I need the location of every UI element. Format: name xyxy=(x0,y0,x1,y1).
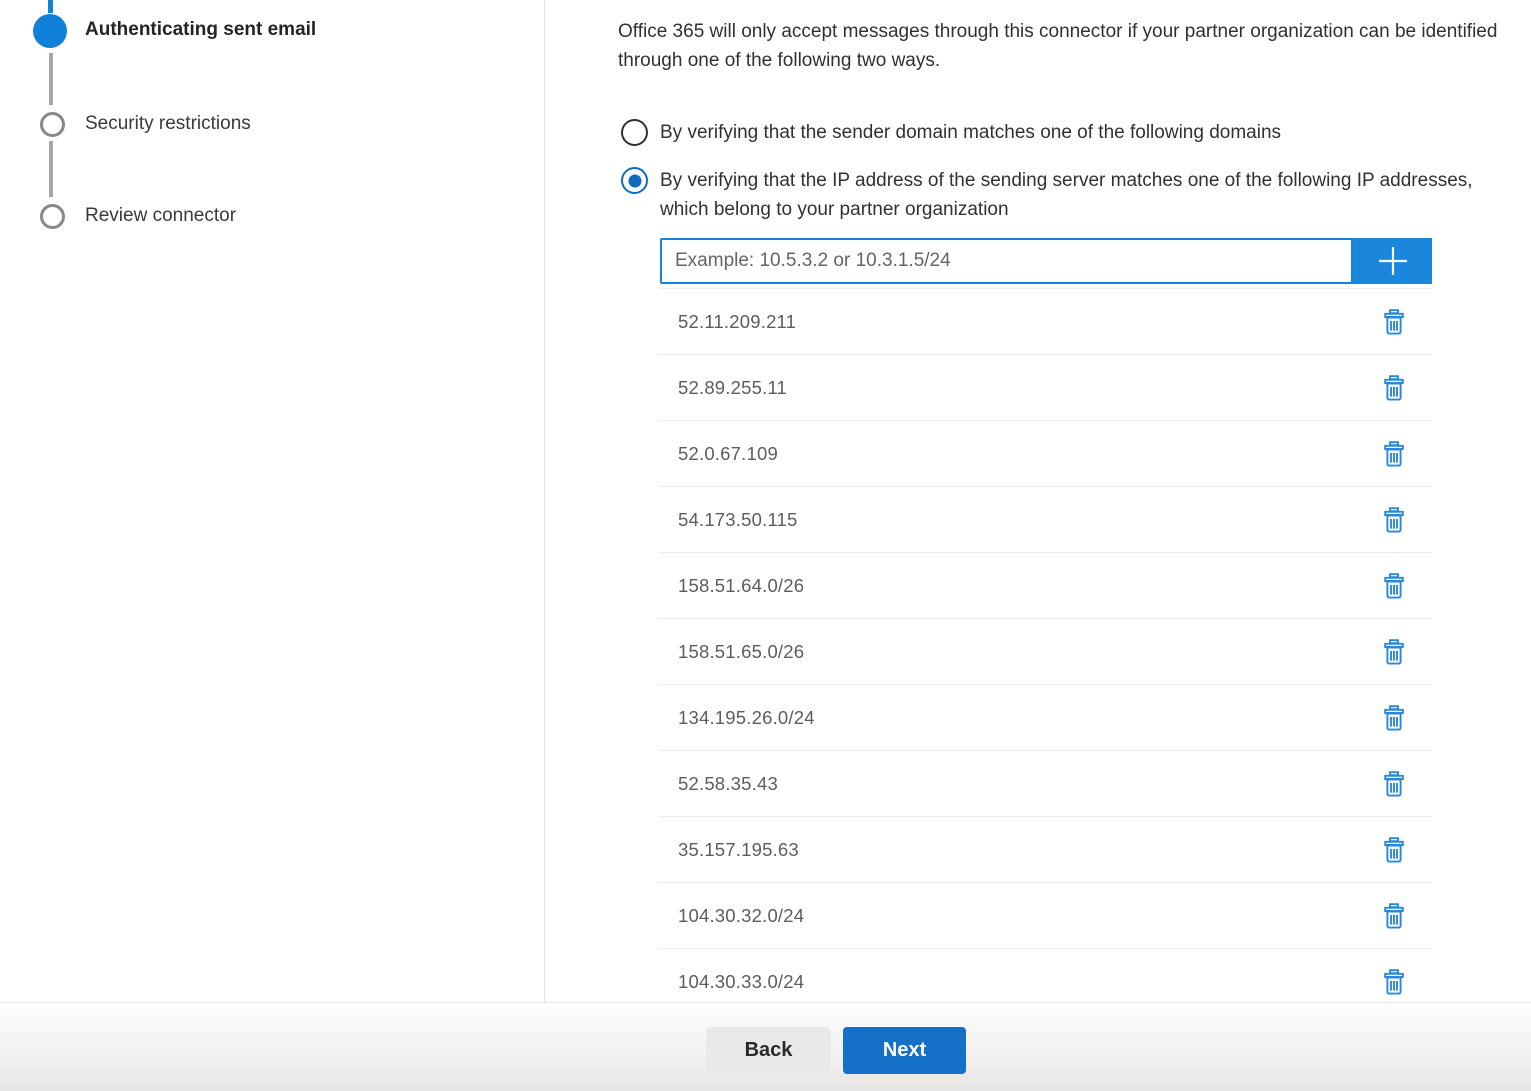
ip-address-input[interactable] xyxy=(660,238,1353,284)
ip-address-value: 134.195.26.0/24 xyxy=(678,707,815,729)
ip-address-value: 54.173.50.115 xyxy=(678,509,798,531)
delete-ip-button[interactable] xyxy=(1380,768,1408,800)
ip-entry-row xyxy=(660,238,1432,284)
delete-ip-button[interactable] xyxy=(1380,306,1408,338)
ip-address-value: 158.51.65.0/26 xyxy=(678,641,804,663)
ip-address-value: 158.51.64.0/26 xyxy=(678,575,804,597)
connector-settings-panel: Office 365 will only accept messages thr… xyxy=(546,0,1531,1002)
trash-icon xyxy=(1382,440,1406,468)
step-connector-line-top xyxy=(48,0,53,13)
step-connector-line xyxy=(49,141,53,197)
ip-address-value: 104.30.32.0/24 xyxy=(678,905,804,927)
trash-icon xyxy=(1382,902,1406,930)
trash-icon xyxy=(1382,308,1406,336)
trash-icon xyxy=(1382,770,1406,798)
step-open-dot-icon xyxy=(40,112,65,137)
ip-row: 52.11.209.211 xyxy=(658,289,1432,355)
ip-row: 158.51.64.0/26 xyxy=(658,553,1432,619)
step-security-restrictions[interactable]: Security restrictions xyxy=(85,113,251,135)
radio-unselected-icon[interactable] xyxy=(621,119,648,146)
ip-row: 52.89.255.11 xyxy=(658,355,1432,421)
connector-wizard-page: Authenticating sent email Security restr… xyxy=(0,0,1531,1091)
plus-icon xyxy=(1374,242,1412,280)
ip-address-value: 104.30.33.0/24 xyxy=(678,971,804,993)
ip-row: 134.195.26.0/24 xyxy=(658,685,1432,751)
delete-ip-button[interactable] xyxy=(1380,504,1408,536)
ip-address-value: 52.0.67.109 xyxy=(678,443,778,465)
delete-ip-button[interactable] xyxy=(1380,438,1408,470)
ip-row: 52.0.67.109 xyxy=(658,421,1432,487)
step-authenticating-sent-email[interactable]: Authenticating sent email xyxy=(85,19,316,41)
back-button[interactable]: Back xyxy=(706,1027,831,1074)
trash-icon xyxy=(1382,572,1406,600)
next-button[interactable]: Next xyxy=(843,1027,966,1074)
ip-row: 158.51.65.0/26 xyxy=(658,619,1432,685)
ip-row: 54.173.50.115 xyxy=(658,487,1432,553)
radio-option-label: By verifying that the sender domain matc… xyxy=(660,118,1281,147)
ip-row: 52.58.35.43 xyxy=(658,751,1432,817)
trash-icon xyxy=(1382,374,1406,402)
trash-icon xyxy=(1382,968,1406,996)
trash-icon xyxy=(1382,704,1406,732)
delete-ip-button[interactable] xyxy=(1380,702,1408,734)
ip-address-value: 52.58.35.43 xyxy=(678,773,778,795)
trash-icon xyxy=(1382,506,1406,534)
step-connector-line xyxy=(49,53,53,105)
ip-row: 104.30.32.0/24 xyxy=(658,883,1432,949)
trash-icon xyxy=(1382,638,1406,666)
radio-selected-icon[interactable] xyxy=(621,167,648,194)
wizard-steps-sidebar: Authenticating sent email Security restr… xyxy=(0,0,545,1002)
delete-ip-button[interactable] xyxy=(1380,834,1408,866)
add-ip-button[interactable] xyxy=(1353,238,1432,284)
step-open-dot-icon xyxy=(40,204,65,229)
ip-address-list: 52.11.209.211 52.89.255.11 xyxy=(658,288,1432,1015)
wizard-footer: Back Next xyxy=(0,1002,1531,1091)
delete-ip-button[interactable] xyxy=(1380,636,1408,668)
trash-icon xyxy=(1382,836,1406,864)
radio-option-sender-domain[interactable]: By verifying that the sender domain matc… xyxy=(621,118,1531,147)
radio-option-label: By verifying that the IP address of the … xyxy=(660,166,1482,224)
ip-address-value: 52.11.209.211 xyxy=(678,311,796,333)
delete-ip-button[interactable] xyxy=(1380,900,1408,932)
ip-row: 35.157.195.63 xyxy=(658,817,1432,883)
step-review-connector[interactable]: Review connector xyxy=(85,205,236,227)
delete-ip-button[interactable] xyxy=(1380,372,1408,404)
intro-text: Office 365 will only accept messages thr… xyxy=(618,0,1531,75)
delete-ip-button[interactable] xyxy=(1380,570,1408,602)
footer-buttons: Back Next xyxy=(706,1027,966,1074)
delete-ip-button[interactable] xyxy=(1380,966,1408,998)
step-active-dot-icon xyxy=(33,14,67,48)
radio-option-ip-address[interactable]: By verifying that the IP address of the … xyxy=(621,166,1531,224)
ip-address-value: 35.157.195.63 xyxy=(678,839,799,861)
ip-address-value: 52.89.255.11 xyxy=(678,377,787,399)
